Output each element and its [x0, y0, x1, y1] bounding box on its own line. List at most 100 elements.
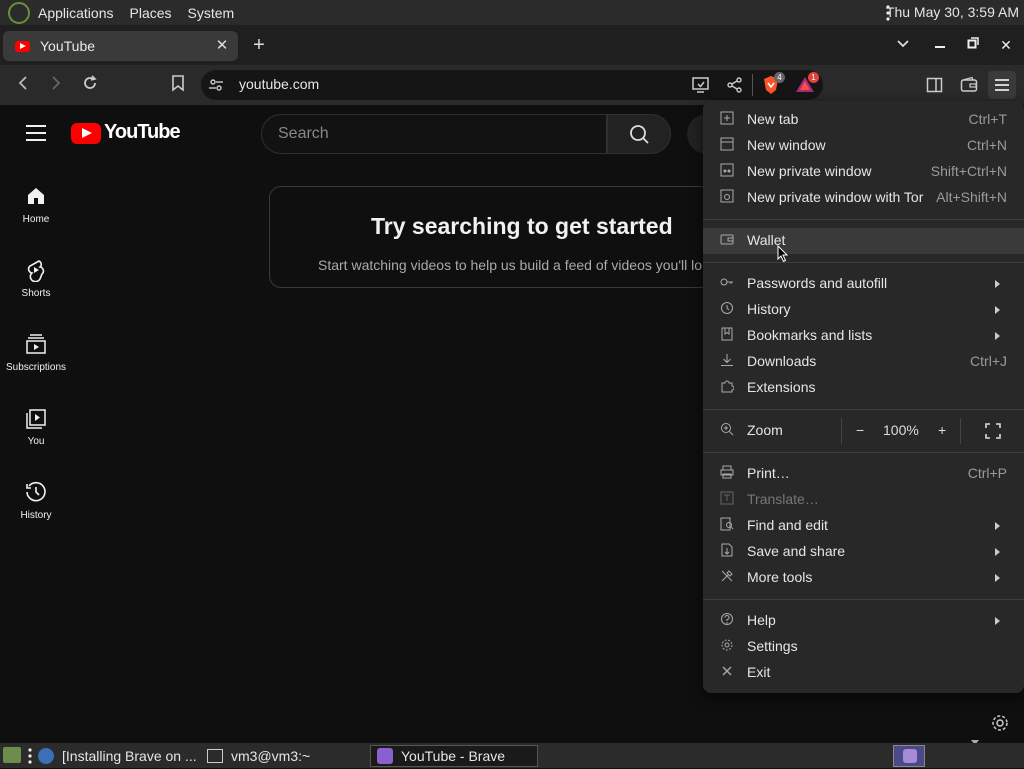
sidebar-item-home[interactable]: Home	[0, 184, 72, 225]
find-icon	[719, 517, 735, 533]
new-tab-icon	[719, 111, 735, 127]
install-app-icon[interactable]	[692, 76, 710, 99]
menu-item-downloads[interactable]: Downloads Ctrl+J	[703, 349, 1024, 375]
zoom-in-button[interactable]: +	[938, 422, 946, 438]
task-installing-brave[interactable]: [Installing Brave on ...	[38, 745, 203, 767]
zoom-level: 100%	[883, 422, 919, 438]
fullscreen-icon[interactable]	[985, 423, 1001, 444]
panel-clock[interactable]: Thu May 30, 3:59 AM	[886, 4, 1019, 20]
sidebar-item-label: History	[20, 510, 52, 521]
menu-item-settings[interactable]: Settings	[703, 634, 1024, 660]
sidebar-toggle-icon[interactable]	[926, 76, 944, 99]
private-window-icon	[719, 163, 735, 179]
new-tab-button[interactable]: +	[249, 35, 269, 55]
menu-item-wallet[interactable]: Wallet	[703, 228, 1024, 254]
subscriptions-icon	[0, 332, 72, 356]
toolbar-divider	[752, 74, 753, 96]
places-menu[interactable]: Places	[122, 0, 180, 25]
main-menu-button[interactable]	[988, 71, 1016, 99]
menu-item-help[interactable]: Help	[703, 608, 1024, 634]
menu-item-translate[interactable]: Translate…	[703, 487, 1024, 513]
sidebar-item-you[interactable]: You	[0, 406, 72, 447]
search-button[interactable]	[607, 114, 671, 154]
sidebar-item-label: Subscriptions	[5, 362, 67, 373]
feed-subtitle: Start watching videos to help us build a…	[318, 257, 703, 273]
menu-item-more-tools[interactable]: More tools	[703, 565, 1024, 591]
distro-logo-icon[interactable]	[8, 1, 30, 24]
tab-title: YouTube	[40, 38, 96, 54]
menu-item-exit[interactable]: Exit	[703, 660, 1024, 686]
rewards-badge: 1	[808, 72, 819, 83]
wallet-toolbar-icon[interactable]	[960, 76, 978, 99]
menu-item-passwords[interactable]: Passwords and autofill	[703, 271, 1024, 297]
close-window-button[interactable]: ✕	[996, 35, 1016, 55]
mouse-cursor	[777, 244, 789, 268]
sidebar-item-label: Home	[22, 214, 50, 225]
guide-menu-icon[interactable]	[26, 125, 46, 141]
forward-button[interactable]	[45, 74, 67, 96]
sidebar-item-label: Shorts	[21, 288, 51, 299]
back-button[interactable]	[12, 74, 34, 96]
new-window-icon	[719, 137, 735, 153]
submenu-arrow-icon	[995, 548, 1000, 556]
submenu-arrow-icon	[995, 617, 1000, 625]
sidebar-item-label: You	[27, 436, 45, 447]
task-youtube-brave[interactable]: YouTube - Brave	[370, 745, 538, 767]
zoom-divider	[960, 418, 961, 444]
submenu-arrow-icon	[995, 306, 1000, 314]
menu-item-print[interactable]: Print… Ctrl+P	[703, 461, 1024, 487]
youtube-favicon-icon	[15, 40, 30, 52]
history-icon	[0, 480, 72, 504]
submenu-arrow-icon	[995, 522, 1000, 530]
tab-close-icon[interactable]: ✕	[212, 36, 232, 56]
submenu-arrow-icon	[995, 574, 1000, 582]
menu-item-history[interactable]: History	[703, 297, 1024, 323]
zoom-out-button[interactable]: −	[856, 422, 864, 438]
menu-item-new-window[interactable]: New window Ctrl+N	[703, 133, 1024, 159]
bookmark-icon[interactable]	[167, 74, 189, 96]
menu-separator	[703, 409, 1024, 410]
tor-window-icon	[719, 189, 735, 205]
share-icon[interactable]	[726, 76, 744, 99]
site-settings-icon[interactable]	[208, 77, 224, 98]
brave-workspace-icon	[903, 749, 917, 763]
menu-item-new-private-window[interactable]: New private window Shift+Ctrl+N	[703, 159, 1024, 185]
zoom-divider	[841, 418, 842, 444]
minimize-button[interactable]	[930, 35, 950, 55]
youtube-logo-icon[interactable]	[71, 123, 101, 144]
settings-gear-icon[interactable]	[990, 713, 1010, 738]
save-icon	[719, 543, 735, 559]
sidebar-item-shorts[interactable]: Shorts	[0, 258, 72, 299]
menu-item-extensions[interactable]: Extensions	[703, 375, 1024, 401]
tab-youtube[interactable]: YouTube ✕	[3, 31, 238, 61]
workspace-switcher[interactable]	[893, 745, 925, 767]
menu-separator	[703, 262, 1024, 263]
taskbar-kebab-icon[interactable]	[28, 748, 32, 769]
you-icon	[0, 406, 72, 430]
reload-button[interactable]	[79, 74, 101, 96]
submenu-arrow-icon	[995, 332, 1000, 340]
bookmarks-icon	[719, 327, 735, 343]
wallet-icon	[719, 232, 735, 248]
brave-task-icon	[377, 748, 393, 764]
applications-menu[interactable]: Applications	[30, 0, 122, 25]
task-terminal[interactable]: vm3@vm3:~	[207, 745, 357, 767]
menu-item-new-private-window-tor[interactable]: New private window with Tor Alt+Shift+N	[703, 185, 1024, 211]
system-menu[interactable]: System	[180, 0, 243, 25]
show-desktop-icon[interactable]	[3, 747, 21, 763]
url-text[interactable]: youtube.com	[239, 76, 319, 92]
tab-search-chevron-icon[interactable]	[893, 35, 913, 55]
menu-item-find-and-edit[interactable]: Find and edit	[703, 513, 1024, 539]
restore-button[interactable]	[963, 35, 983, 55]
feed-title: Try searching to get started	[371, 213, 673, 239]
sidebar-item-history[interactable]: History	[0, 480, 72, 521]
menu-item-new-tab[interactable]: New tab Ctrl+T	[703, 107, 1024, 133]
menu-item-save-and-share[interactable]: Save and share	[703, 539, 1024, 565]
sidebar-item-subscriptions[interactable]: Subscriptions	[0, 332, 72, 373]
menu-separator	[703, 219, 1024, 220]
youtube-logo-text[interactable]: YouTube	[104, 121, 181, 144]
puzzle-icon	[719, 379, 735, 395]
gear-icon	[719, 638, 735, 654]
menu-item-bookmarks[interactable]: Bookmarks and lists	[703, 323, 1024, 349]
key-icon	[719, 275, 735, 291]
